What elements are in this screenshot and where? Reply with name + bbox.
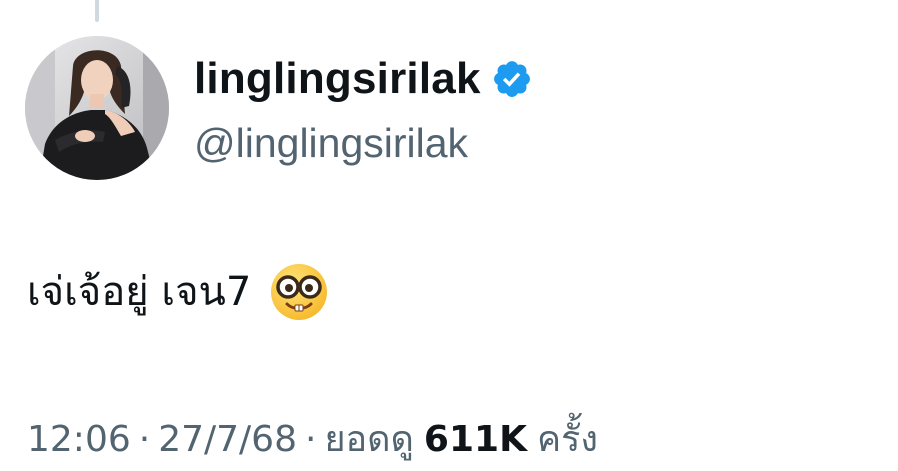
display-name[interactable]: linglingsirilak: [194, 52, 481, 106]
views-prefix: ยอดดู: [324, 419, 414, 460]
thread-connector-line: [95, 0, 99, 22]
tweet-date[interactable]: 27/7/68: [158, 412, 297, 468]
views-suffix: ครั้ง: [536, 419, 598, 460]
display-name-row: linglingsirilak: [194, 52, 533, 106]
meta-separator: ·: [304, 419, 317, 460]
verified-badge-icon[interactable]: [491, 58, 533, 100]
tweet-time[interactable]: 12:06: [27, 412, 131, 468]
user-handle[interactable]: @linglingsirilak: [194, 118, 533, 168]
tweet-text: เจ่เจ้อยู่ เจน7: [27, 269, 252, 315]
avatar-photo: [25, 36, 169, 180]
tweet-meta: 12:06 · 27/7/68 · ยอดดู 611K ครั้ง: [27, 412, 598, 468]
meta-separator: ·: [138, 419, 151, 460]
views-count[interactable]: 611K: [424, 412, 527, 468]
tweet-body: เจ่เจ้อยู่ เจน7: [27, 262, 329, 322]
tweet-author: linglingsirilak @linglingsirilak: [194, 52, 533, 168]
nerd-face-emoji-icon: [269, 262, 329, 322]
avatar[interactable]: [25, 36, 169, 180]
